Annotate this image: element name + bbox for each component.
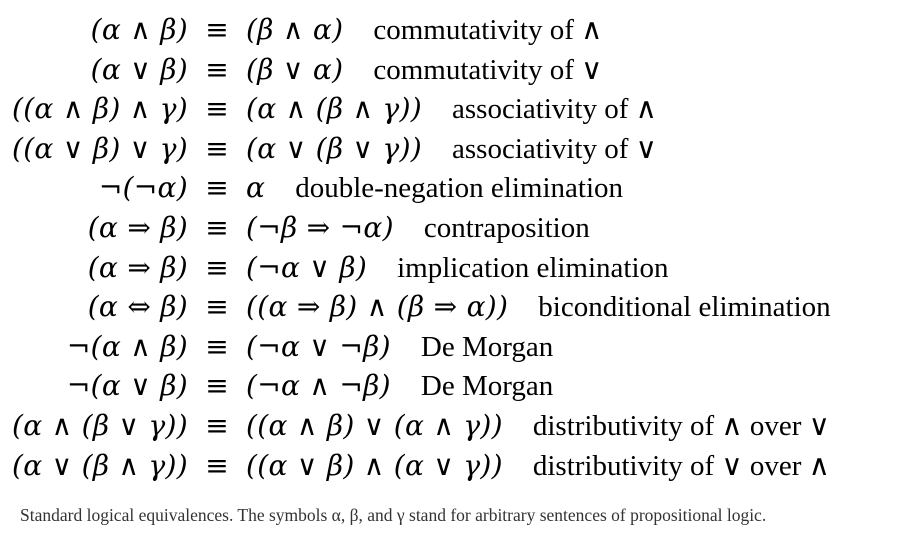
equivalence-symbol: ≡ (205, 131, 229, 165)
equivalence-rhs-group: (α ∧ (β ∧ γ)) associativity of ∧ (246, 89, 657, 130)
figure-caption: Standard logical equivalences. The symbo… (20, 505, 767, 525)
equivalence-rhs: ((α ∨ β) ∧ (α ∨ γ)) (246, 448, 503, 482)
equivalence-row: ((α ∨ β) ∨ γ) ≡ (α ∨ (β ∨ γ)) associativi… (0, 129, 924, 169)
equivalence-rhs: (β ∧ α) (246, 13, 344, 46)
equivalence-lhs: ((α ∨ β) ∨ γ) (11, 131, 188, 165)
equivalence-lhs: (α ∨ (β ∧ γ)) (11, 448, 188, 482)
equivalence-row: (α ∧ β) ≡ (β ∧ α) commutativity of ∧ (0, 10, 924, 50)
equivalence-symbol: ≡ (205, 290, 229, 324)
equivalence-rhs: (α ∨ (β ∨ γ)) (246, 131, 423, 165)
equivalence-symbol: ≡ (205, 92, 229, 126)
equivalence-row: ¬(α ∨ β) ≡ (¬α ∧ ¬β) De Morgan (0, 366, 924, 406)
equivalence-rhs: ((α ∧ β) ∨ (α ∧ γ)) (246, 408, 503, 442)
equivalence-rhs: (¬α ∨ β) (246, 250, 368, 284)
equivalence-rhs-group: ((α ⇒ β) ∧ (β ⇒ α)) biconditional elimina… (246, 287, 831, 328)
equivalence-description: associativity of ∧ (452, 93, 657, 126)
equivalence-lhs: ¬(¬α) (98, 171, 188, 205)
equivalence-symbol: ≡ (205, 369, 229, 403)
equivalence-rhs: (¬α ∧ ¬β) (246, 369, 391, 403)
equivalence-description: associativity of ∨ (452, 132, 657, 165)
equivalence-rhs-group: (¬β ⇒ ¬α) contraposition (246, 208, 590, 249)
equivalence-description: commutativity of ∧ (373, 14, 603, 46)
equivalence-symbol: ≡ (205, 13, 229, 46)
equivalence-row: (α ⇔ β) ≡ ((α ⇒ β) ∧ (β ⇒ α)) bicondition… (0, 287, 924, 327)
equivalence-row: ¬(α ∧ β) ≡ (¬α ∨ ¬β) De Morgan (0, 327, 924, 367)
equivalence-symbol: ≡ (205, 448, 229, 482)
equivalence-symbol: ≡ (205, 171, 229, 205)
equivalence-description: contraposition (423, 211, 590, 244)
equivalence-rhs-group: (α ∨ (β ∨ γ)) associativity of ∨ (246, 129, 657, 170)
equivalence-lhs: (α ∧ β) (90, 13, 188, 46)
equivalence-row: (α ⇒ β) ≡ (¬β ⇒ ¬α) contraposition (0, 208, 924, 248)
equivalence-rhs: ((α ⇒ β) ∧ (β ⇒ α)) (246, 290, 509, 324)
equivalence-lhs: (α ⇔ β) (87, 290, 188, 324)
equivalence-table: (α ∧ β) ≡ (β ∧ α) commutativity of ∧ (α ∨… (0, 10, 924, 485)
equivalence-symbol: ≡ (205, 210, 229, 244)
equivalence-rhs-group: α double-negation elimination (246, 168, 623, 209)
equivalence-row: (α ⇒ β) ≡ (¬α ∨ β) implication eliminatio… (0, 248, 924, 288)
equivalence-row: (α ∨ β) ≡ (β ∨ α) commutativity of ∨ (0, 50, 924, 90)
equivalence-symbol: ≡ (205, 250, 229, 284)
equivalence-lhs: (α ⇒ β) (87, 250, 188, 284)
equivalence-rhs-group: ((α ∨ β) ∧ (α ∨ γ)) distributivity of ∨ o… (246, 446, 830, 487)
equivalence-description: distributivity of ∨ over ∧ (532, 449, 830, 482)
equivalence-rhs: α (246, 171, 266, 205)
equivalence-rhs-group: (β ∧ α) commutativity of ∧ (246, 10, 602, 51)
equivalence-rhs-group: (¬α ∨ β) implication elimination (246, 248, 669, 289)
equivalence-lhs: ((α ∧ β) ∧ γ) (11, 92, 188, 126)
equivalence-row: ¬(¬α) ≡ α double-negation elimination (0, 168, 924, 208)
equivalence-lhs: ¬(α ∧ β) (66, 329, 188, 363)
equivalence-description: commutativity of ∨ (373, 53, 603, 86)
equivalence-rhs: (α ∧ (β ∧ γ)) (246, 92, 423, 126)
equivalence-rhs-group: (¬α ∧ ¬β) De Morgan (246, 366, 553, 407)
equivalence-rhs-group: (¬α ∨ ¬β) De Morgan (246, 327, 553, 368)
equivalence-symbol: ≡ (205, 408, 229, 442)
equivalence-description: De Morgan (420, 370, 554, 403)
equivalence-row: (α ∨ (β ∧ γ)) ≡ ((α ∨ β) ∧ (α ∨ γ)) distr… (0, 446, 924, 486)
equivalence-lhs: (α ⇒ β) (87, 210, 188, 244)
equivalence-description: biconditional elimination (538, 291, 831, 324)
equivalence-rhs-group: ((α ∧ β) ∨ (α ∧ γ)) distributivity of ∧ o… (246, 406, 830, 447)
equivalence-description: double-negation elimination (295, 172, 623, 205)
equivalence-row: (α ∧ (β ∨ γ)) ≡ ((α ∧ β) ∨ (α ∧ γ)) distr… (0, 406, 924, 446)
equivalence-rhs-group: (β ∨ α) commutativity of ∨ (246, 50, 602, 91)
equivalence-description: De Morgan (420, 330, 554, 363)
equivalence-symbol: ≡ (205, 329, 229, 363)
equivalence-lhs: (α ∨ β) (90, 52, 188, 86)
equivalence-lhs: ¬(α ∨ β) (66, 369, 188, 403)
equivalence-rhs: (β ∨ α) (246, 52, 344, 86)
equivalence-rhs: (¬β ⇒ ¬α) (246, 210, 394, 244)
equivalence-lhs: (α ∧ (β ∨ γ)) (11, 408, 188, 442)
equivalence-description: implication elimination (397, 251, 669, 284)
equivalence-rhs: (¬α ∨ ¬β) (246, 329, 391, 363)
equivalence-row: ((α ∧ β) ∧ γ) ≡ (α ∧ (β ∧ γ)) associativi… (0, 89, 924, 129)
equivalence-description: distributivity of ∧ over ∨ (532, 409, 830, 442)
equivalence-symbol: ≡ (205, 52, 229, 86)
